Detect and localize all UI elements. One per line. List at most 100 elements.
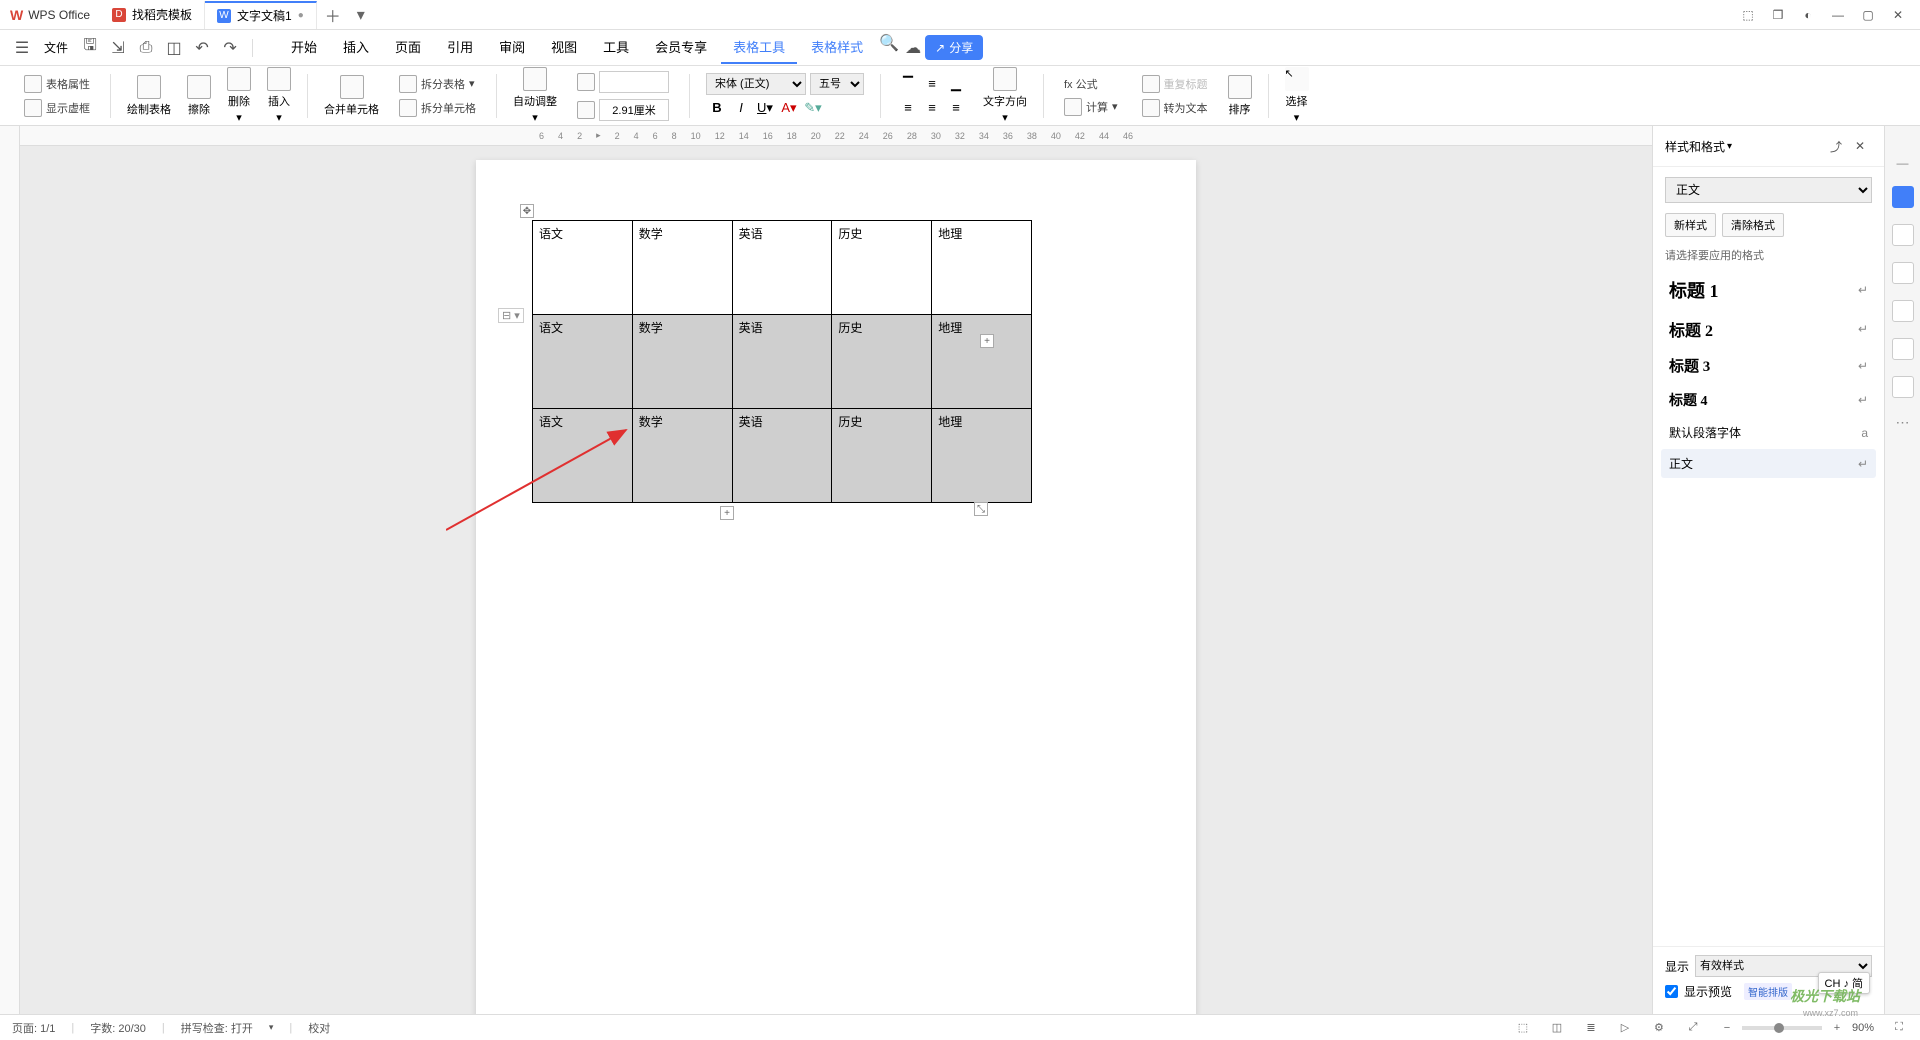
- table-properties-button[interactable]: 表格属性: [20, 73, 94, 95]
- style-item-body[interactable]: 正文↵: [1661, 449, 1876, 478]
- merge-cells-button[interactable]: 合并单元格: [318, 75, 385, 117]
- split-cells-button[interactable]: 拆分单元格: [395, 97, 480, 119]
- eraser-button[interactable]: 擦除: [181, 75, 217, 117]
- menu-view[interactable]: 视图: [539, 31, 589, 64]
- menu-tools[interactable]: 工具: [591, 31, 641, 64]
- tab-templates[interactable]: D 找稻壳模板: [100, 1, 205, 29]
- document-page[interactable]: ✥ ⊟ ▾ 语文 数学 英语 历史 地理 语文 数学 英语 历史 地理: [476, 160, 1196, 1014]
- page-indicator[interactable]: 页面: 1/1: [12, 1020, 55, 1036]
- menu-insert[interactable]: 插入: [331, 31, 381, 64]
- show-gridlines-button[interactable]: 显示虚框: [20, 97, 94, 119]
- pin-icon[interactable]: ⤴: [1824, 134, 1848, 158]
- text-direction-button[interactable]: 文字方向▾: [977, 67, 1033, 124]
- style-item-heading2[interactable]: 标题 2↵: [1661, 311, 1876, 347]
- italic-button[interactable]: I: [730, 97, 752, 119]
- sort-button[interactable]: 排序: [1222, 75, 1258, 117]
- select-button[interactable]: ↖选择▾: [1279, 67, 1315, 124]
- split-table-button[interactable]: 拆分表格▾: [395, 73, 480, 95]
- new-style-button[interactable]: 新样式: [1665, 213, 1716, 237]
- side-edit-icon[interactable]: [1892, 186, 1914, 208]
- table-row[interactable]: 语文 数学 英语 历史 地理: [533, 315, 1032, 409]
- window-close-icon[interactable]: ✕: [1884, 3, 1912, 27]
- proofread-status[interactable]: 校对: [308, 1020, 330, 1036]
- side-more-icon[interactable]: ⋯: [1896, 414, 1910, 431]
- col-width-input[interactable]: [599, 99, 669, 121]
- table-cell[interactable]: 英语: [732, 409, 832, 503]
- convert-to-text-button[interactable]: 转为文本: [1138, 97, 1212, 119]
- align-top-button[interactable]: ▔: [897, 73, 919, 95]
- current-style-select[interactable]: 正文: [1665, 177, 1872, 203]
- style-item-heading3[interactable]: 标题 3↵: [1661, 349, 1876, 382]
- calculate-button[interactable]: 计算▾: [1060, 96, 1122, 118]
- table-cell[interactable]: 历史: [832, 315, 932, 409]
- fullscreen-icon[interactable]: ⛶: [1890, 1019, 1908, 1037]
- collapse-icon[interactable]: —: [1897, 156, 1909, 170]
- insert-button[interactable]: 插入▾: [261, 67, 297, 124]
- window-user-icon[interactable]: ◐: [1794, 3, 1822, 27]
- share-button[interactable]: ↗ 分享: [925, 35, 983, 60]
- tab-close-icon[interactable]: ●: [298, 10, 304, 21]
- zoom-in-button[interactable]: +: [1828, 1019, 1846, 1037]
- side-tools-icon[interactable]: [1892, 338, 1914, 360]
- table-cell[interactable]: 数学: [632, 315, 732, 409]
- export-icon[interactable]: ⇲: [106, 36, 130, 60]
- view-mode3-icon[interactable]: ≣: [1582, 1019, 1600, 1037]
- view-mode5-icon[interactable]: ⚙: [1650, 1019, 1668, 1037]
- print-preview-icon[interactable]: ◫: [162, 36, 186, 60]
- view-mode2-icon[interactable]: ◫: [1548, 1019, 1566, 1037]
- undo-icon[interactable]: ↶: [190, 36, 214, 60]
- align-bottom-button[interactable]: ▁: [945, 73, 967, 95]
- style-item-heading1[interactable]: 标题 1↵: [1661, 271, 1876, 309]
- menu-icon[interactable]: ☰: [10, 36, 34, 60]
- table-cell[interactable]: 英语: [732, 221, 832, 315]
- repeat-header-button[interactable]: 重复标题: [1138, 73, 1212, 95]
- redo-icon[interactable]: ↷: [218, 36, 242, 60]
- row-height-icon[interactable]: [577, 73, 595, 91]
- menu-start[interactable]: 开始: [279, 31, 329, 64]
- view-mode1-icon[interactable]: ⬚: [1514, 1019, 1532, 1037]
- bold-button[interactable]: B: [706, 97, 728, 119]
- draw-table-button[interactable]: 绘制表格: [121, 75, 177, 117]
- underline-button[interactable]: U▾: [754, 97, 776, 119]
- table-cell[interactable]: 数学: [632, 221, 732, 315]
- delete-button[interactable]: 删除▾: [221, 67, 257, 124]
- window-cube-icon[interactable]: ❒: [1764, 3, 1792, 27]
- fit-width-icon[interactable]: ⤢: [1684, 1019, 1702, 1037]
- window-minimize-icon[interactable]: —: [1824, 3, 1852, 27]
- search-icon[interactable]: 🔍: [877, 31, 901, 55]
- table-cell[interactable]: 历史: [832, 409, 932, 503]
- table-cell[interactable]: 地理: [932, 315, 1032, 409]
- font-size-select[interactable]: 五号: [810, 73, 864, 95]
- panel-close-icon[interactable]: ✕: [1848, 134, 1872, 158]
- print-icon[interactable]: ⎙: [134, 36, 158, 60]
- align-center-button[interactable]: ≡: [921, 97, 943, 119]
- save-icon[interactable]: 🖫: [78, 36, 102, 60]
- zoom-value[interactable]: 90%: [1852, 1022, 1874, 1034]
- add-row-handle[interactable]: +: [720, 506, 734, 520]
- smart-layout-badge[interactable]: 智能排版: [1744, 983, 1792, 1000]
- style-item-heading4[interactable]: 标题 4↵: [1661, 384, 1876, 416]
- table-cell[interactable]: 语文: [533, 221, 633, 315]
- align-left-button[interactable]: ≡: [897, 97, 919, 119]
- row-height-input[interactable]: [599, 71, 669, 93]
- style-item-default-font[interactable]: 默认段落字体a: [1661, 418, 1876, 447]
- tab-menu-icon[interactable]: ▾: [349, 5, 373, 25]
- table-move-handle[interactable]: ✥: [520, 204, 534, 218]
- word-count[interactable]: 字数: 20/30: [90, 1020, 146, 1036]
- menu-review[interactable]: 审阅: [487, 31, 537, 64]
- zoom-out-button[interactable]: −: [1718, 1019, 1736, 1037]
- table-resize-handle[interactable]: ⤡: [974, 502, 988, 516]
- window-ar-icon[interactable]: ⬚: [1734, 3, 1762, 27]
- font-family-select[interactable]: 宋体 (正文): [706, 73, 806, 95]
- side-select-icon[interactable]: [1892, 224, 1914, 246]
- auto-fit-button[interactable]: 自动调整▾: [507, 67, 563, 124]
- view-mode4-icon[interactable]: ▷: [1616, 1019, 1634, 1037]
- menu-page[interactable]: 页面: [383, 31, 433, 64]
- col-width-icon[interactable]: [577, 101, 595, 119]
- file-menu[interactable]: 文件: [38, 39, 74, 56]
- menu-table-tools[interactable]: 表格工具: [721, 31, 797, 64]
- side-layers-icon[interactable]: [1892, 300, 1914, 322]
- tab-document[interactable]: W 文字文稿1 ●: [205, 1, 317, 29]
- add-column-handle[interactable]: +: [980, 334, 994, 348]
- side-help-icon[interactable]: [1892, 376, 1914, 398]
